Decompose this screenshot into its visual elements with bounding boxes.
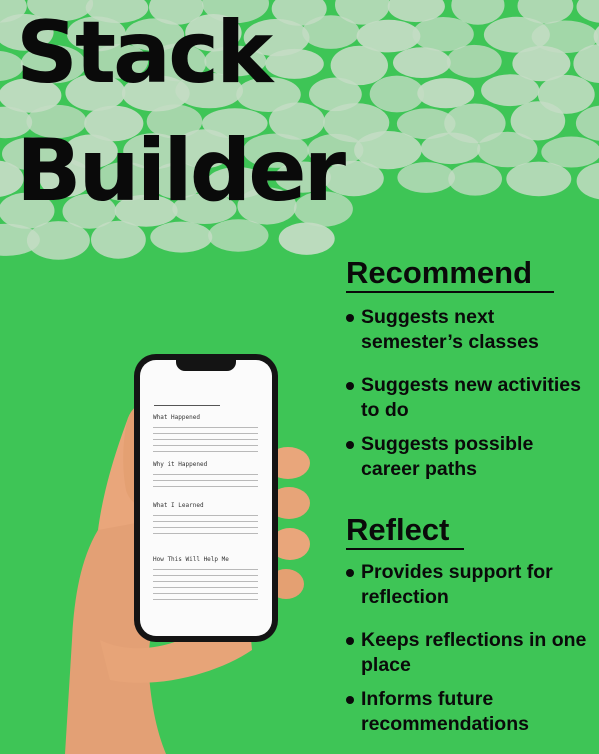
writing-line[interactable] — [153, 451, 258, 457]
screen-divider — [154, 405, 220, 406]
writing-line[interactable] — [153, 599, 258, 605]
poster: Stack Builder Recommend Suggests next se… — [0, 0, 599, 754]
journal-label: What Happened — [153, 414, 200, 421]
phone: What Happened Why it Happened What I Lea… — [134, 354, 278, 642]
journal-label: What I Learned — [153, 502, 204, 509]
journal-section-why: Why it Happened — [153, 461, 258, 492]
journal-label: How This Will Help Me — [153, 556, 229, 563]
phone-screen: What Happened Why it Happened What I Lea… — [140, 360, 272, 636]
phone-notch — [176, 360, 236, 371]
journal-label: Why it Happened — [153, 461, 208, 468]
journal-section-help: How This Will Help Me — [153, 556, 258, 605]
journal-section-learned: What I Learned — [153, 502, 258, 539]
writing-line[interactable] — [153, 533, 258, 539]
hand-illustration — [65, 403, 310, 754]
writing-line[interactable] — [153, 486, 258, 492]
journal-section-what-happened: What Happened — [153, 414, 258, 457]
